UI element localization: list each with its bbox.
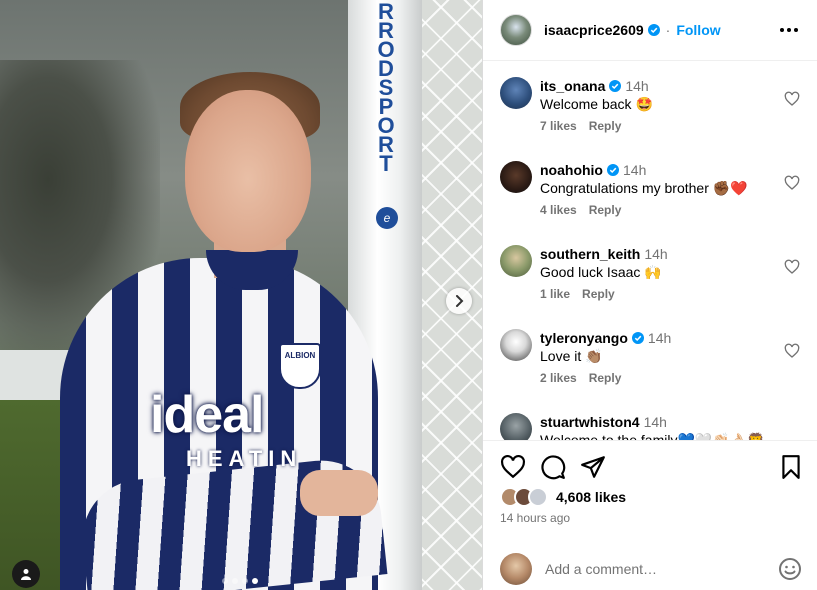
comment-item: tyleronyango 14h Love it 👏🏽 2 likes Reply	[500, 329, 800, 385]
comment-avatar[interactable]	[500, 77, 532, 109]
chevron-right-icon	[456, 295, 464, 307]
carousel-dot	[232, 578, 238, 584]
post-timestamp[interactable]: 14 hours ago	[500, 511, 570, 525]
comment-time[interactable]: 14h	[623, 162, 646, 178]
reply-button[interactable]: Reply	[589, 203, 622, 217]
reply-button[interactable]: Reply	[589, 119, 622, 133]
comment-likes[interactable]: 4 likes	[540, 203, 577, 217]
likes-count[interactable]: 4,608 likes	[556, 489, 626, 505]
player-face	[185, 90, 311, 252]
carousel-dot-active	[252, 578, 258, 584]
comment-avatar[interactable]	[500, 329, 532, 361]
comment-text: Congratulations my brother ✊🏾❤️	[540, 180, 748, 196]
comment-icon[interactable]	[540, 454, 566, 480]
comment-header: southern_keith 14h	[540, 245, 800, 263]
goal-post-lettering: RROD SPORT	[377, 0, 395, 176]
post-actions: 4,608 likes 14 hours ago	[483, 440, 817, 548]
user-tag-icon	[21, 569, 31, 580]
comments-list[interactable]: its_onana 14h Welcome back 🤩 7 likes Repl…	[483, 62, 817, 440]
reply-button[interactable]: Reply	[589, 371, 622, 385]
comment-body: tyleronyango 14h Love it 👏🏽 2 likes Reply	[540, 329, 800, 385]
verified-badge-icon	[647, 24, 660, 36]
action-icons	[500, 454, 806, 480]
comment-text: Welcome to the family💙🤍👏🏻👌🏻🦁	[540, 432, 765, 440]
verified-badge-icon	[631, 332, 644, 344]
comment-body: its_onana 14h Welcome back 🤩 7 likes Repl…	[540, 77, 800, 133]
comment-meta: 1 like Reply	[540, 287, 800, 301]
next-slide-button[interactable]	[446, 288, 472, 314]
comment-username[interactable]: southern_keith	[540, 246, 640, 262]
comment-likes[interactable]: 1 like	[540, 287, 570, 301]
bookmark-icon[interactable]	[778, 454, 804, 480]
player-hand	[300, 470, 378, 516]
comment-body: southern_keith 14h Good luck Isaac 🙌 1 li…	[540, 245, 800, 301]
comment-username[interactable]: tyleronyango	[540, 330, 628, 346]
follow-button[interactable]: Follow	[676, 22, 720, 38]
comment-likes[interactable]: 2 likes	[540, 371, 577, 385]
comment-avatar[interactable]	[500, 161, 532, 193]
header-separator: ·	[665, 22, 671, 38]
comment-time[interactable]: 14h	[648, 330, 671, 346]
share-icon[interactable]	[580, 454, 606, 480]
comment-item: its_onana 14h Welcome back 🤩 7 likes Repl…	[500, 77, 800, 133]
author-username[interactable]: isaacprice2609	[544, 22, 644, 38]
post-panel: isaacprice2609 · Follow its_onana 14h Wel…	[482, 0, 817, 590]
more-options-icon	[780, 28, 798, 32]
comment-item: southern_keith 14h Good luck Isaac 🙌 1 li…	[500, 245, 800, 301]
club-crest: ALBION	[279, 343, 321, 389]
comment-header: stuartwhiston4 14h	[540, 413, 800, 431]
comment-username[interactable]: its_onana	[540, 78, 605, 94]
comment-text: Good luck Isaac 🙌	[540, 264, 662, 280]
comment-likes[interactable]: 7 likes	[540, 119, 577, 133]
add-comment-input[interactable]: Add a comment…	[545, 561, 778, 577]
carousel-indicator	[222, 578, 258, 584]
carousel-dot	[242, 578, 248, 584]
comment-text: Love it 👏🏽	[540, 348, 603, 364]
comment-username[interactable]: stuartwhiston4	[540, 414, 640, 430]
heart-icon[interactable]	[784, 91, 800, 107]
heart-icon[interactable]	[784, 259, 800, 275]
shirt-sponsor: ideal	[150, 386, 264, 444]
more-options-button[interactable]	[777, 18, 801, 42]
shirt-sponsor-subtext: HEATIN	[186, 446, 303, 471]
comment-meta: 4 likes Reply	[540, 203, 800, 217]
likes-row: 4,608 likes	[500, 487, 626, 507]
comment-username[interactable]: noahohio	[540, 162, 603, 178]
post-media[interactable]: RROD SPORT e ALBION ideal HEATIN	[0, 0, 482, 590]
comment-item: noahohio 14h Congratulations my brother ✊…	[500, 161, 800, 217]
verified-badge-icon	[609, 80, 622, 92]
comment-header: its_onana 14h	[540, 77, 800, 95]
user-tags-button[interactable]	[12, 560, 40, 588]
carousel-dot	[222, 578, 228, 584]
comment-header: tyleronyango 14h	[540, 329, 800, 347]
comment-time[interactable]: 14h	[625, 78, 648, 94]
comment-body: noahohio 14h Congratulations my brother ✊…	[540, 161, 800, 217]
comment-header: noahohio 14h	[540, 161, 800, 179]
comment-meta: 7 likes Reply	[540, 119, 800, 133]
comment-time[interactable]: 14h	[644, 414, 667, 430]
heart-icon[interactable]	[500, 454, 526, 480]
comment-meta: 2 likes Reply	[540, 371, 800, 385]
heart-icon[interactable]	[784, 343, 800, 359]
comment-avatar[interactable]	[500, 413, 532, 440]
reply-button[interactable]: Reply	[582, 287, 615, 301]
comment-time[interactable]: 14h	[644, 246, 667, 262]
liker-avatars[interactable]	[500, 487, 548, 507]
verified-badge-icon	[607, 164, 619, 176]
heart-icon[interactable]	[784, 175, 800, 191]
comment-body: stuartwhiston4 14h Welcome to the family💙…	[540, 413, 800, 440]
current-user-avatar	[500, 553, 532, 585]
liker-avatar	[528, 487, 548, 507]
comment-text: Welcome back 🤩	[540, 96, 653, 112]
comment-item: stuartwhiston4 14h Welcome to the family💙…	[500, 413, 800, 440]
add-comment-bar: Add a comment…	[483, 548, 817, 590]
goal-post-logo: e	[376, 207, 398, 229]
comment-avatar[interactable]	[500, 245, 532, 277]
author-avatar[interactable]	[500, 14, 532, 46]
post-header: isaacprice2609 · Follow	[483, 0, 817, 61]
emoji-icon[interactable]	[778, 557, 802, 581]
